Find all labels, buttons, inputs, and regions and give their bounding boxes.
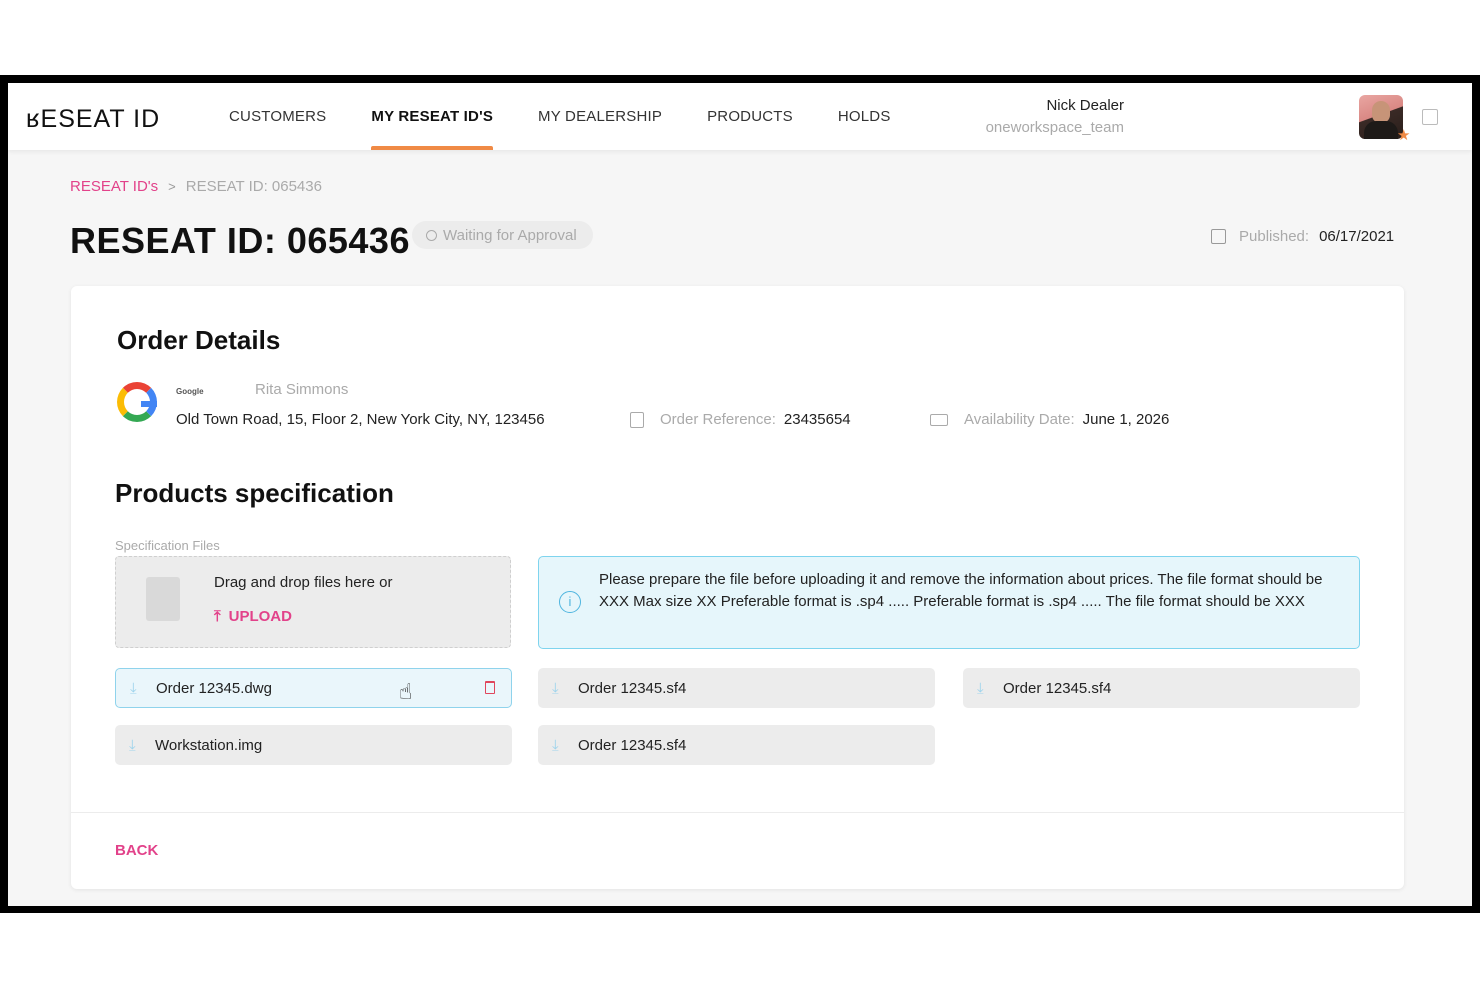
download-icon[interactable]: ⤓ bbox=[552, 680, 578, 697]
main-nav: CUSTOMERS MY RESEAT ID'S MY DEALERSHIP P… bbox=[229, 83, 936, 150]
info-icon: i bbox=[559, 591, 581, 613]
file-name: Workstation.img bbox=[155, 736, 263, 754]
status-badge: Waiting for Approval bbox=[412, 221, 593, 249]
file-item[interactable]: ⤓ Order 12345.sf4 bbox=[538, 668, 935, 708]
download-icon[interactable]: ⤓ bbox=[552, 737, 578, 754]
breadcrumb: RESEAT ID's > RESEAT ID: 065436 bbox=[70, 178, 322, 195]
user-info[interactable]: Nick Dealer oneworkspace_team bbox=[974, 97, 1124, 136]
file-item[interactable]: ⤓ Order 12345.sf4 bbox=[538, 725, 935, 765]
upload-icon: ⤒ bbox=[214, 608, 221, 625]
screen-frame: ʁESEAT ID CUSTOMERS MY RESEAT ID'S MY DE… bbox=[0, 75, 1480, 913]
order-reference-label: Order Reference: bbox=[660, 411, 776, 428]
order-reference-value: 23435654 bbox=[783, 411, 851, 428]
download-icon[interactable]: ⤓ bbox=[129, 737, 155, 754]
nav-products[interactable]: PRODUCTS bbox=[707, 83, 793, 150]
clipboard-icon bbox=[630, 411, 644, 428]
file-name: Order 12345.dwg bbox=[156, 679, 272, 697]
upload-label: UPLOAD bbox=[228, 608, 292, 625]
published-value: 06/17/2021 bbox=[1319, 228, 1395, 245]
file-dropzone[interactable]: Drag and drop files here or ⤒ UPLOAD bbox=[115, 556, 511, 648]
avatar-head bbox=[1372, 101, 1390, 123]
file-item[interactable]: ⤓ Order 12345.sf4 bbox=[963, 668, 1360, 708]
nav-holds[interactable]: HOLDS bbox=[838, 83, 891, 150]
nav-my-dealership[interactable]: MY DEALERSHIP bbox=[538, 83, 662, 150]
hand-cursor-icon: ☝ bbox=[399, 679, 413, 704]
order-address: Old Town Road, 15, Floor 2, New York Cit… bbox=[176, 411, 545, 428]
upload-button[interactable]: ⤒ UPLOAD bbox=[214, 608, 292, 625]
spec-files-label: Specification Files bbox=[115, 538, 220, 553]
file-item[interactable]: ⤓ Workstation.img bbox=[115, 725, 512, 765]
order-card: Order Details Google Rita Simmons Old To… bbox=[71, 286, 1404, 889]
nav-customers[interactable]: CUSTOMERS bbox=[229, 83, 326, 150]
products-heading: Products specification bbox=[115, 478, 394, 508]
download-icon[interactable]: ⤓ bbox=[977, 680, 1003, 697]
info-message: i Please prepare the file before uploadi… bbox=[538, 556, 1360, 649]
avatar-body bbox=[1364, 121, 1398, 139]
dropzone-text: Drag and drop files here or bbox=[214, 574, 393, 591]
card-divider bbox=[71, 812, 1404, 813]
availability-label: Availability Date: bbox=[964, 411, 1075, 428]
published-date: Published: 06/17/2021 bbox=[1211, 228, 1394, 245]
file-icon bbox=[140, 577, 180, 629]
app-logo[interactable]: ʁESEAT ID bbox=[26, 105, 160, 134]
file-name: Order 12345.sf4 bbox=[578, 679, 687, 697]
status-text: Waiting for Approval bbox=[443, 226, 577, 244]
truck-icon bbox=[930, 413, 948, 426]
download-icon[interactable]: ⤓ bbox=[130, 680, 156, 697]
file-name: Order 12345.sf4 bbox=[578, 736, 687, 754]
order-details-heading: Order Details bbox=[117, 325, 281, 355]
contact-name: Rita Simmons bbox=[255, 381, 349, 398]
user-name: Nick Dealer bbox=[1046, 97, 1124, 114]
calendar-icon bbox=[1211, 229, 1226, 244]
file-name: Order 12345.sf4 bbox=[1003, 679, 1112, 697]
top-navigation-bar: ʁESEAT ID CUSTOMERS MY RESEAT ID'S MY DE… bbox=[8, 83, 1472, 150]
star-badge-icon: ★ bbox=[1397, 127, 1411, 144]
app-screen: ʁESEAT ID CUSTOMERS MY RESEAT ID'S MY DE… bbox=[8, 83, 1472, 906]
logout-icon[interactable] bbox=[1422, 109, 1438, 125]
availability-value: June 1, 2026 bbox=[1082, 411, 1170, 428]
trash-icon[interactable] bbox=[485, 681, 495, 694]
company-label: Google bbox=[176, 387, 204, 396]
google-logo-icon bbox=[117, 382, 157, 422]
file-item[interactable]: ⤓ Order 12345.dwg bbox=[115, 668, 512, 708]
chevron-right-icon: > bbox=[168, 179, 176, 194]
breadcrumb-reseat-ids[interactable]: RESEAT ID's bbox=[70, 178, 158, 195]
back-button[interactable]: BACK bbox=[115, 842, 158, 859]
availability-date: Availability Date: June 1, 2026 bbox=[930, 411, 1169, 428]
order-reference: Order Reference: 23435654 bbox=[630, 411, 851, 428]
info-text: Please prepare the file before uploading… bbox=[599, 571, 1323, 610]
page-title: RESEAT ID: 065436 bbox=[70, 220, 410, 261]
nav-my-reseat-ids[interactable]: MY RESEAT ID'S bbox=[371, 83, 493, 150]
user-team: oneworkspace_team bbox=[985, 119, 1124, 136]
breadcrumb-current: RESEAT ID: 065436 bbox=[185, 178, 322, 195]
clock-icon bbox=[426, 229, 437, 241]
published-label: Published: bbox=[1239, 228, 1310, 245]
